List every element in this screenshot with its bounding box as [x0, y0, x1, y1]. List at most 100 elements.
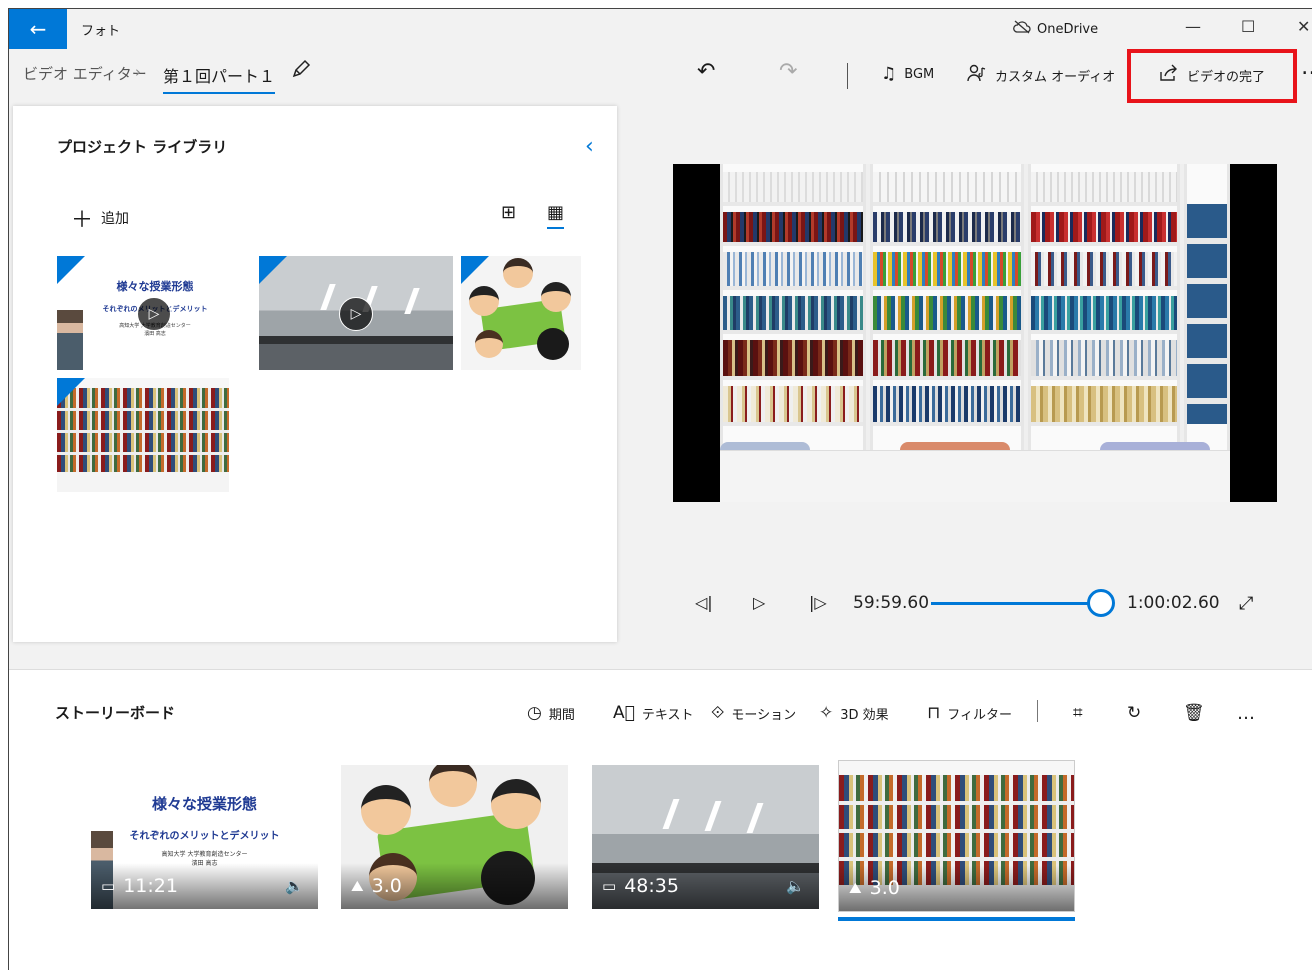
cloud-off-icon	[1013, 20, 1031, 38]
duration-label: 期間	[548, 707, 575, 723]
undo-icon[interactable]: ↶	[697, 59, 715, 84]
storyboard-toolbar-divider	[1037, 700, 1038, 722]
resize-icon[interactable]: ⌗	[1073, 703, 1083, 723]
books	[723, 296, 863, 330]
video-icon: ▭	[101, 877, 116, 895]
kid-figure	[469, 286, 499, 316]
next-frame-icon[interactable]: |▷	[809, 593, 827, 612]
clock-icon: ◷	[527, 703, 542, 723]
music-note-icon: ♫	[881, 64, 897, 84]
kid-figure	[541, 282, 571, 312]
shelf-board	[839, 801, 1074, 805]
motion-label: モーション	[731, 707, 797, 723]
close-button[interactable]: ✕	[1297, 17, 1310, 36]
kid-figure	[475, 330, 503, 358]
ceiling-light	[704, 801, 722, 831]
shelf-board	[57, 430, 229, 433]
duration-text: 11:21	[123, 875, 178, 897]
3d-effects-icon: ✧	[819, 703, 834, 723]
redo-icon[interactable]: ↷	[779, 59, 797, 84]
books	[1031, 172, 1177, 202]
text-icon: A⃞	[613, 703, 635, 723]
books	[723, 172, 863, 202]
shelf-row	[723, 340, 863, 380]
custom-audio-label: カスタム オーディオ	[995, 69, 1116, 85]
shelf-row	[1031, 172, 1177, 206]
card-duration: ⛰ 3.0	[351, 875, 402, 897]
rename-pencil-icon[interactable]	[291, 59, 311, 84]
breadcrumb-project-name[interactable]: 第１回パート１	[163, 63, 276, 94]
duration-text: 3.0	[869, 877, 900, 899]
maximize-button[interactable]: ☐	[1241, 17, 1255, 36]
library-item-bookshelf-image[interactable]	[57, 378, 229, 492]
table-surface	[720, 450, 1230, 502]
shelf-board	[839, 857, 1074, 861]
shelf-row	[723, 386, 863, 426]
kid-figure	[429, 765, 477, 807]
storyboard-card-classroom-video[interactable]: ▭ 48:35 🔈	[592, 765, 819, 909]
back-button[interactable]: ←	[9, 9, 67, 49]
table-surface	[57, 472, 229, 492]
kid-figure	[491, 779, 541, 829]
3d-effects-button[interactable]: ✧ 3D 効果	[819, 703, 889, 723]
text-button[interactable]: A⃞ テキスト	[613, 703, 693, 723]
filter-label: フィルター	[947, 707, 1013, 723]
app-title: フォト	[81, 24, 121, 39]
minimize-button[interactable]: —	[1185, 17, 1201, 36]
duration-button[interactable]: ◷ 期間	[527, 703, 575, 723]
storyboard-title: ストーリーボード	[55, 704, 176, 722]
toolbar-divider	[847, 63, 848, 89]
shelf-row	[873, 172, 1021, 206]
bookshelf-unit-partial	[1184, 164, 1230, 454]
storyboard-more-icon[interactable]: …	[1237, 703, 1255, 724]
books	[723, 340, 863, 376]
books	[1031, 340, 1177, 376]
slide-title: 様々な授業形態	[151, 795, 257, 813]
storyboard-card-slide-video[interactable]: 様々な授業形態 それぞれのメリットとデメリット 高知大学 大学教育創造センター …	[91, 765, 318, 909]
seek-thumb[interactable]	[1087, 589, 1115, 617]
play-icon: ▷	[339, 297, 373, 331]
volume-icon[interactable]: 🔈	[285, 877, 304, 895]
video-preview[interactable]	[673, 164, 1277, 502]
breadcrumb-separator: ›	[135, 63, 141, 81]
video-icon: ▭	[602, 877, 617, 895]
library-item-classroom-video[interactable]: ▷	[259, 256, 453, 370]
presenter-figure	[57, 310, 83, 370]
ceiling-light	[662, 799, 680, 829]
previous-frame-icon[interactable]: ◁|	[695, 593, 713, 612]
library-item-cartoon-image[interactable]	[461, 256, 581, 370]
onedrive-button[interactable]: OneDrive	[1013, 20, 1098, 38]
small-grid-view-icon[interactable]: ▦	[547, 202, 565, 229]
storyboard-card-cartoon-image[interactable]: ⛰ 3.0	[341, 765, 568, 909]
bgm-button[interactable]: ♫ BGM	[881, 64, 934, 84]
more-options-icon[interactable]: …	[1301, 55, 1312, 80]
card-duration: ▭ 48:35	[602, 875, 679, 897]
text-label: テキスト	[641, 707, 694, 723]
large-grid-view-icon[interactable]: ⊞	[501, 202, 516, 223]
selected-card-indicator	[838, 917, 1075, 921]
custom-audio-button[interactable]: カスタム オーディオ	[967, 64, 1115, 86]
shelf-row	[1031, 386, 1177, 426]
volume-icon[interactable]: 🔈	[786, 877, 805, 895]
motion-button[interactable]: ⟐ モーション	[711, 703, 796, 723]
play-button-icon[interactable]: ▷	[753, 593, 765, 612]
library-item-slide-video[interactable]: 様々な授業形態 それぞれのメリットとデメリット 高知大学 大学教育創造センター …	[57, 256, 253, 370]
delete-trash-icon[interactable]: 🗑	[1183, 703, 1205, 723]
books	[1031, 252, 1177, 286]
filter-button[interactable]: ⊓ フィルター	[927, 703, 1012, 723]
breadcrumb-video-editor[interactable]: ビデオ エディター	[23, 63, 147, 84]
collapse-chevron-icon[interactable]: ‹	[585, 134, 594, 159]
seek-bar[interactable]	[931, 602, 1101, 605]
kid-figure	[503, 258, 533, 288]
add-media-button[interactable]: ＋ 追加	[71, 202, 129, 234]
books	[1187, 204, 1227, 424]
books	[873, 172, 1021, 202]
storyboard-card-bookshelf-image[interactable]: ⛰ 3.0	[838, 760, 1075, 912]
media-corner-marker	[57, 256, 85, 284]
shelf-row	[1031, 296, 1177, 334]
rotate-icon[interactable]: ↻	[1127, 703, 1141, 723]
fullscreen-icon[interactable]: ⤢	[1239, 593, 1253, 614]
slide-presenter: 濱田 高志	[144, 331, 166, 337]
shelf-row	[723, 296, 863, 334]
shelf-row	[723, 252, 863, 290]
